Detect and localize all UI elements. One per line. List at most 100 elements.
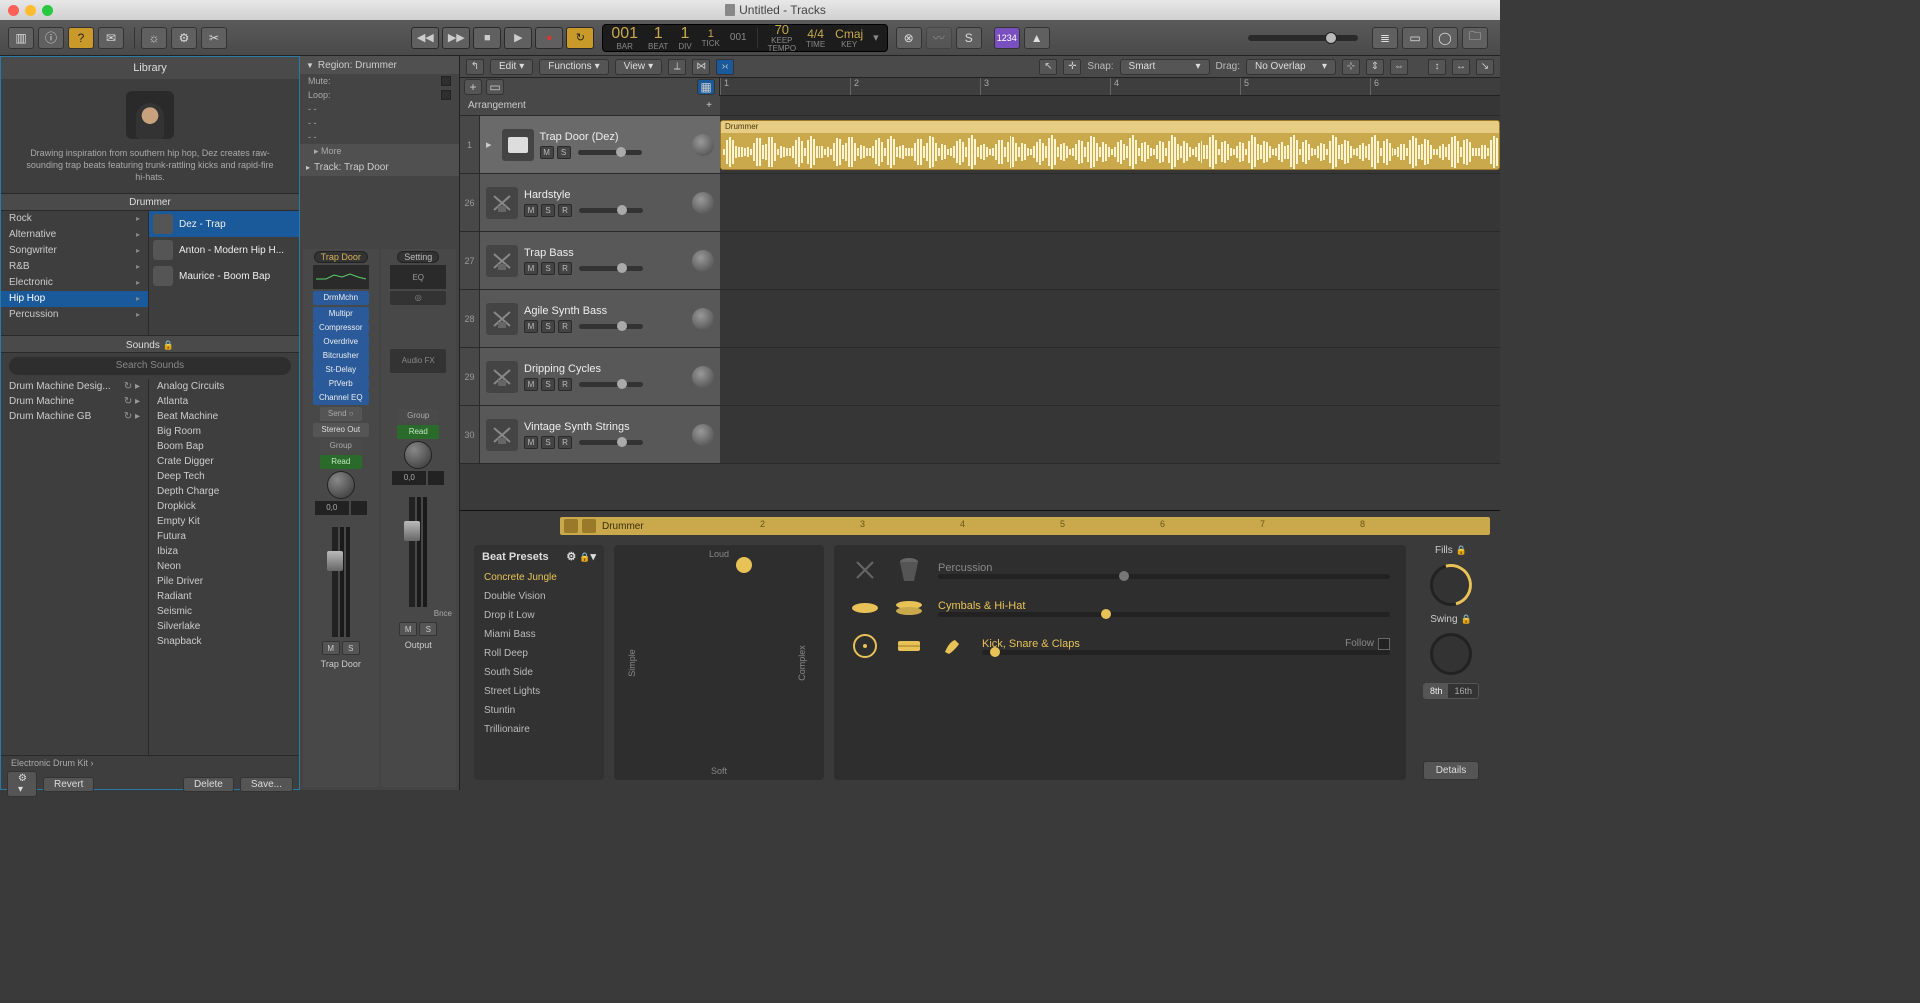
cymbals-slider[interactable] [938,612,1390,617]
track-volume-slider[interactable] [579,208,643,213]
save-button[interactable]: Save... [240,777,293,792]
editors-button[interactable]: ✂ [201,27,227,49]
sound-category-item[interactable]: Drum Machine GB↻ ▸ [1,409,148,424]
kick-slider[interactable] [982,650,1390,655]
sound-patch-item[interactable]: Pile Driver [149,574,299,589]
djembe-icon[interactable] [894,557,924,583]
track-row[interactable]: 1 ▸ Trap Door (Dez) MS Drummer [460,116,1500,174]
output-slot[interactable]: Stereo Out [313,423,369,437]
track-row[interactable]: 27 Trap Bass MSR [460,232,1500,290]
quick-help-button[interactable]: ? [68,27,94,49]
swing-knob[interactable] [1430,633,1472,675]
low-latency-button[interactable]: 〰 [926,27,952,49]
m-button[interactable]: M [524,378,538,391]
follow-checkbox[interactable] [1378,638,1390,650]
pointer-tool-icon[interactable]: ↖ [1039,59,1057,75]
genre-item[interactable]: Songwriter▸ [1,243,148,259]
eq-slot[interactable]: EQ [390,265,446,289]
track-pan-knob[interactable] [692,134,714,156]
preset-item[interactable]: Roll Deep [474,644,604,663]
inspector-button[interactable]: ⓘ [38,27,64,49]
sound-patch-item[interactable]: Dropkick [149,499,299,514]
claps-icon[interactable] [938,633,968,659]
track-volume-slider[interactable] [579,440,643,445]
view-menu[interactable]: View ▾ [615,59,663,75]
preset-item[interactable]: Drop it Low [474,606,604,625]
volume-fader[interactable] [332,527,338,637]
track-volume-slider[interactable] [579,266,643,271]
track-lane[interactable] [720,290,1500,347]
sound-patch-item[interactable]: Seismic [149,604,299,619]
s-button[interactable]: S [541,436,555,449]
play-icon[interactable]: ▸ [486,138,492,151]
send-button[interactable]: Send ○ [320,407,362,421]
track-lane[interactable] [720,406,1500,463]
stop-button[interactable]: ■ [473,27,501,49]
genre-item[interactable]: Alternative▸ [1,227,148,243]
loops-button[interactable]: ◯ [1432,27,1458,49]
play-button[interactable]: ▶ [504,27,532,49]
zoom-window-button[interactable] [42,5,53,16]
s-button[interactable]: S [541,320,555,333]
solo-button[interactable]: S [956,27,982,49]
browsers-button[interactable]: 🗀 [1462,27,1488,49]
volume-fader[interactable] [409,497,415,607]
fills-knob[interactable] [1430,564,1472,606]
setting-button[interactable]: Trap Door [314,251,368,263]
sound-patch-item[interactable]: Futura [149,529,299,544]
cycle-button[interactable]: ↻ [566,27,594,49]
automation-mode[interactable]: Read [320,455,362,469]
count-in-button[interactable]: 1234 [994,27,1020,49]
region-inspector-header[interactable]: ▼Region: Drummer [300,56,459,74]
preset-item[interactable]: Trillionaire [474,720,604,739]
close-window-button[interactable] [8,5,19,16]
r-button[interactable]: R [558,204,572,217]
solo-button[interactable]: S [419,622,437,636]
track-pan-knob[interactable] [692,308,714,330]
insert-slot[interactable]: Bitcrusher [313,349,369,363]
track-volume-slider[interactable] [579,324,643,329]
sound-patch-item[interactable]: Analog Circuits [149,379,299,394]
preset-item[interactable]: Stuntin [474,701,604,720]
bar-ruler[interactable]: 123456 [720,78,1500,96]
insert-slot[interactable]: Overdrive [313,335,369,349]
track-pan-knob[interactable] [692,250,714,272]
rewind-button[interactable]: ◀◀ [411,27,439,49]
next-region-icon[interactable] [582,519,596,533]
xy-pad[interactable]: Loud Soft Simple Complex [614,545,824,780]
drummer-item[interactable]: Anton - Modern Hip H... [149,237,299,263]
loop-checkbox[interactable] [441,90,451,100]
back-icon[interactable]: ↰ [466,59,484,75]
track-inspector-header[interactable]: ▸Track: Trap Door [300,158,459,176]
s-button[interactable]: S [541,204,555,217]
s-button[interactable]: S [557,146,571,159]
functions-menu[interactable]: Functions ▾ [539,59,608,75]
arrangement-lane[interactable] [720,96,1500,115]
replace-button[interactable]: ⊗ [896,27,922,49]
r-button[interactable]: R [558,262,572,275]
preset-item[interactable]: South Side [474,663,604,682]
track-lane[interactable] [720,174,1500,231]
sound-patch-item[interactable]: Silverlake [149,619,299,634]
sound-category-item[interactable]: Drum Machine↻ ▸ [1,394,148,409]
list-editors-button[interactable]: ≣ [1372,27,1398,49]
track-pan-knob[interactable] [692,424,714,446]
genre-item[interactable]: Electronic▸ [1,275,148,291]
zoom-v-icon[interactable]: ↕ [1428,59,1446,75]
sound-patch-item[interactable]: Big Room [149,424,299,439]
flex-icon[interactable]: ⋈ [692,59,710,75]
track-row[interactable]: 29 Dripping Cycles MSR [460,348,1500,406]
hihat-icon[interactable] [894,595,924,621]
r-button[interactable]: R [558,320,572,333]
insert-slot[interactable]: Compressor [313,321,369,335]
track-lane[interactable] [720,348,1500,405]
vzoom-icon[interactable]: ⇕ [1366,59,1384,75]
drummer-region[interactable]: Drummer [720,120,1500,170]
r-button[interactable]: R [558,436,572,449]
sound-patch-item[interactable]: Deep Tech [149,469,299,484]
notes-button[interactable]: ▭ [1402,27,1428,49]
mute-button[interactable]: M [322,641,340,655]
add-track-button[interactable]: + [464,79,482,95]
record-button[interactable]: ● [535,27,563,49]
metronome-button[interactable]: ▲ [1024,27,1050,49]
